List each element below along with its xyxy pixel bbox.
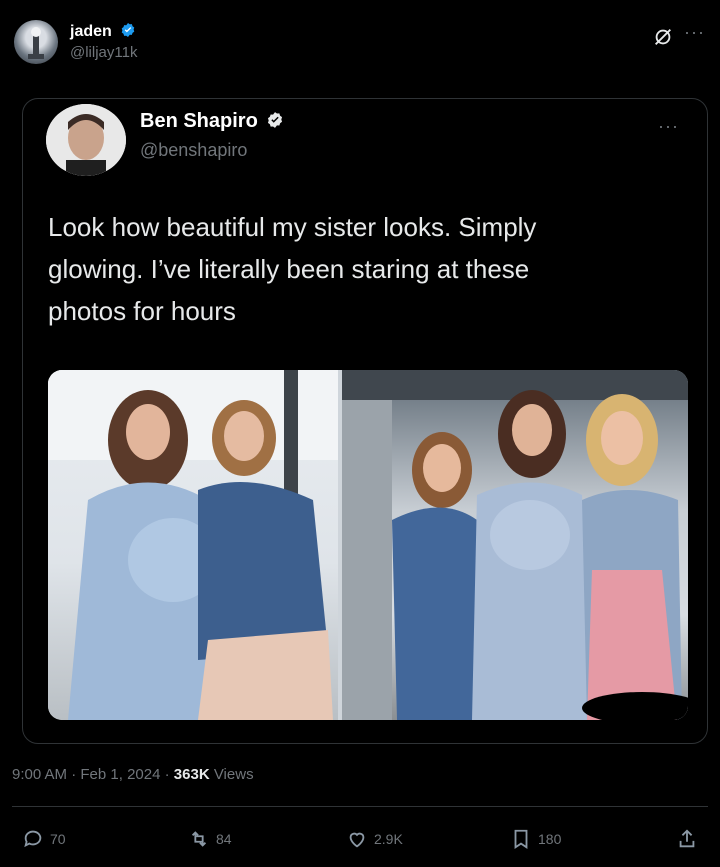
tweet-text-line: glowing. I’ve literally been staring at … bbox=[48, 254, 530, 284]
author-name-row[interactable]: jaden bbox=[70, 22, 136, 41]
verified-badge-icon bbox=[121, 23, 135, 37]
grok-icon[interactable] bbox=[652, 26, 674, 54]
reply-button[interactable]: 70 bbox=[22, 828, 66, 850]
avatar[interactable] bbox=[14, 20, 58, 64]
repost-count: 84 bbox=[216, 831, 232, 847]
author-name[interactable]: jaden bbox=[70, 23, 112, 40]
verified-badge-icon bbox=[268, 112, 283, 128]
quoted-author-name[interactable]: Ben Shapiro bbox=[140, 110, 258, 132]
share-icon bbox=[679, 829, 695, 848]
separator: · bbox=[164, 766, 174, 783]
quoted-avatar-image bbox=[46, 104, 126, 176]
tweet-text-line: Look how beautiful my sister looks. Simp… bbox=[48, 212, 537, 242]
share-button[interactable] bbox=[676, 828, 698, 850]
tweet-media[interactable] bbox=[48, 370, 688, 720]
more-options-icon[interactable]: ··· bbox=[684, 22, 705, 43]
photo-right[interactable] bbox=[342, 370, 688, 720]
views-label: Views bbox=[213, 766, 254, 783]
author-handle[interactable]: @liljay11k bbox=[70, 44, 137, 61]
heart-icon bbox=[349, 832, 365, 848]
photo-left-image bbox=[48, 370, 338, 720]
quoted-more-options-icon[interactable]: ··· bbox=[658, 116, 679, 137]
bookmark-icon bbox=[514, 829, 528, 849]
separator: · bbox=[71, 766, 81, 783]
reply-count: 70 bbox=[50, 831, 66, 847]
quoted-author-handle[interactable]: @benshapiro bbox=[140, 140, 247, 161]
quoted-tweet-text: Look how beautiful my sister looks. Simp… bbox=[48, 206, 688, 332]
photo-right-image bbox=[342, 370, 688, 720]
tweet-date[interactable]: Feb 1, 2024 bbox=[80, 766, 160, 783]
repost-icon bbox=[191, 831, 207, 847]
bookmark-count: 180 bbox=[538, 831, 562, 847]
photo-left[interactable] bbox=[48, 370, 338, 720]
repost-button[interactable]: 84 bbox=[188, 828, 232, 850]
bookmark-button[interactable]: 180 bbox=[510, 828, 561, 850]
like-count: 2.9K bbox=[374, 831, 403, 847]
avatar-image bbox=[28, 27, 44, 59]
reply-icon bbox=[24, 830, 42, 848]
tweet-meta: 9:00 AM · Feb 1, 2024 · 363K Views bbox=[12, 766, 254, 783]
quoted-author-name-row[interactable]: Ben Shapiro bbox=[140, 110, 284, 133]
views-count: 363K bbox=[173, 766, 210, 783]
divider bbox=[12, 806, 708, 807]
tweet-text-line: photos for hours bbox=[48, 296, 236, 326]
like-button[interactable]: 2.9K bbox=[346, 828, 403, 850]
tweet-time[interactable]: 9:00 AM bbox=[12, 766, 67, 783]
quoted-avatar[interactable] bbox=[46, 104, 126, 176]
